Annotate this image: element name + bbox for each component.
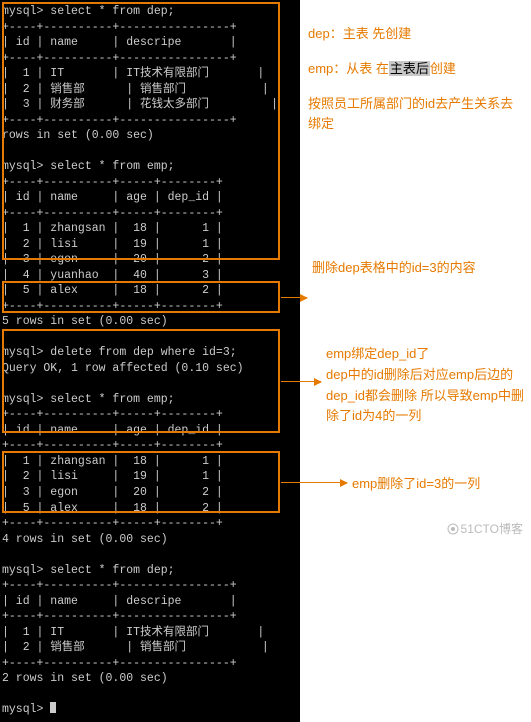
annotation-1: dep：主表 先创建 emp：从表 在主表后创建 按照员工所属部门的id去产生关… xyxy=(308,24,518,135)
annotation-4: emp删除了id=3的一列 xyxy=(352,474,531,495)
annot-line: dep：主表 先创建 xyxy=(308,24,518,45)
watermark: 51CTO博客 xyxy=(447,520,523,537)
arrow-2 xyxy=(281,297,307,298)
annotation-2: 删除dep表格中的id=3的内容 xyxy=(312,258,522,279)
terminal: mysql> select * from dep; +----+--------… xyxy=(0,0,300,722)
arrow-4 xyxy=(281,482,347,483)
annotation-3: emp绑定dep_id了 dep中的id删除后对应emp后边的dep_id都会删… xyxy=(326,344,526,427)
annot-line: 按照员工所属部门的id去产生关系去绑定 xyxy=(308,94,518,136)
arrow-3 xyxy=(281,381,321,382)
annot-line: emp：从表 在主表后创建 xyxy=(308,59,518,80)
